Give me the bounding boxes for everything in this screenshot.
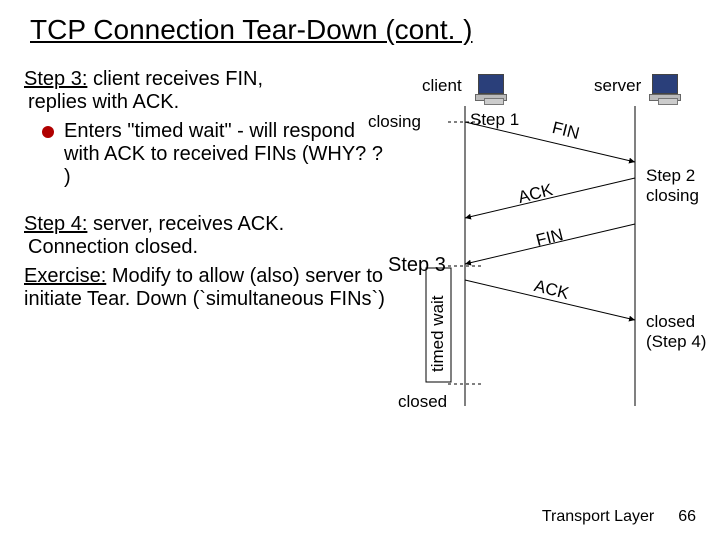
step4-heading: Step 4: server, receives ACK. (24, 213, 390, 236)
footer-page: 66 (678, 508, 696, 526)
step3-bullet-text: Enters "timed wait" - will respond with … (64, 120, 390, 189)
exercise-label: Exercise: (24, 265, 106, 287)
step3-text-a: client receives FIN, (93, 68, 263, 90)
timed-wait-label: timed wait (428, 295, 448, 372)
step3-text-b: replies with ACK. (28, 91, 390, 114)
footer-section: Transport Layer (542, 508, 654, 526)
step3-bullet: Enters "timed wait" - will respond with … (42, 120, 390, 189)
slide-title: TCP Connection Tear-Down (cont. ) (30, 14, 696, 46)
step1-label: Step 1 (470, 110, 519, 130)
step4-text-a: server, receives ACK. (93, 213, 284, 235)
closed-left-label: closed (398, 392, 447, 412)
step3-diagram-label: Step 3 (388, 254, 446, 277)
step4-right-label: (Step 4) (646, 332, 706, 352)
closing-right-label: closing (646, 186, 699, 206)
step3-label: Step 3: (24, 68, 87, 90)
exercise-block: Exercise: Modify to allow (also) server … (24, 265, 390, 311)
footer: Transport Layer 66 (542, 508, 696, 526)
closed-right-label: closed (646, 312, 695, 332)
step4-label: Step 4: (24, 213, 87, 235)
step2-label: Step 2 (646, 166, 695, 186)
step4-text-b: Connection closed. (28, 236, 390, 259)
sequence-diagram: client server (360, 76, 710, 456)
slide: TCP Connection Tear-Down (cont. ) Step 3… (0, 0, 720, 540)
step3-heading: Step 3: client receives FIN, (24, 68, 390, 91)
closing-left-label: closing (368, 112, 421, 132)
left-column: Step 3: client receives FIN, replies wit… (24, 68, 390, 311)
bullet-icon (42, 126, 54, 138)
